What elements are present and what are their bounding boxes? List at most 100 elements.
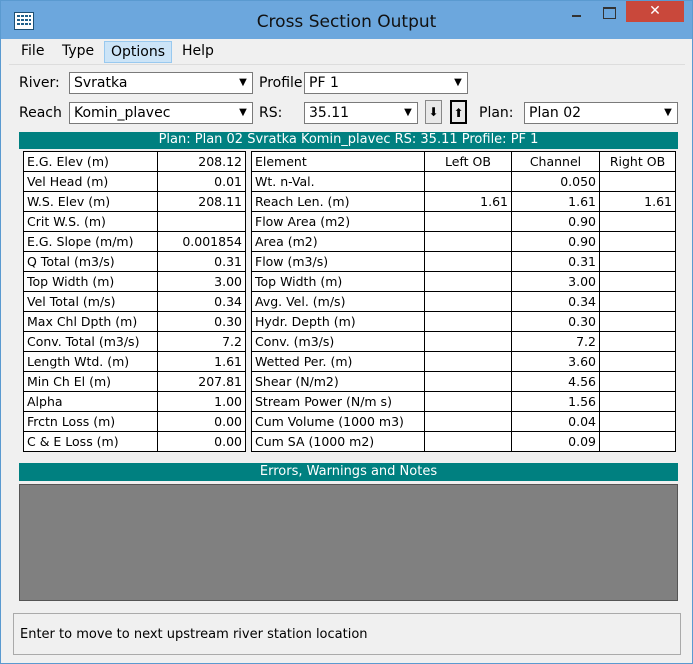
- element-value[interactable]: [599, 211, 676, 232]
- element-value[interactable]: 0.34: [511, 291, 600, 312]
- element-value[interactable]: 1.61: [424, 191, 512, 212]
- maximize-button[interactable]: [595, 1, 623, 22]
- summary-value[interactable]: 7.2: [157, 331, 246, 352]
- summary-label[interactable]: Length Wtd. (m): [23, 351, 158, 372]
- element-value[interactable]: 0.31: [511, 251, 600, 272]
- next-upstream-button[interactable]: ⬆: [450, 100, 467, 124]
- element-value[interactable]: [424, 331, 512, 352]
- summary-label[interactable]: E.G. Elev (m): [23, 151, 158, 172]
- element-value[interactable]: [424, 171, 512, 192]
- element-value[interactable]: [599, 431, 676, 452]
- minimize-button[interactable]: [561, 1, 591, 22]
- element-value[interactable]: [424, 251, 512, 272]
- next-downstream-button[interactable]: ⬇: [425, 100, 442, 124]
- summary-label[interactable]: Crit W.S. (m): [23, 211, 158, 232]
- menu-help[interactable]: Help: [176, 41, 220, 63]
- element-label[interactable]: Wetted Per. (m): [251, 351, 425, 372]
- summary-label[interactable]: Frctn Loss (m): [23, 411, 158, 432]
- element-label[interactable]: Area (m2): [251, 231, 425, 252]
- element-value[interactable]: 0.09: [511, 431, 600, 452]
- element-label[interactable]: Cum Volume (1000 m3): [251, 411, 425, 432]
- menu-file[interactable]: File: [15, 41, 50, 63]
- element-label[interactable]: Flow Area (m2): [251, 211, 425, 232]
- dropdown-arrow-icon[interactable]: ▼: [234, 73, 252, 93]
- title-bar[interactable]: Cross Section Output ✕: [1, 1, 692, 39]
- element-value[interactable]: 1.61: [511, 191, 600, 212]
- element-label[interactable]: Stream Power (N/m s): [251, 391, 425, 412]
- element-value[interactable]: [599, 411, 676, 432]
- element-value[interactable]: 4.56: [511, 371, 600, 392]
- menu-type[interactable]: Type: [56, 41, 100, 63]
- element-value[interactable]: [424, 231, 512, 252]
- summary-value[interactable]: 0.30: [157, 311, 246, 332]
- element-label[interactable]: Reach Len. (m): [251, 191, 425, 212]
- element-value[interactable]: [599, 391, 676, 412]
- element-value[interactable]: [424, 411, 512, 432]
- element-value[interactable]: [599, 231, 676, 252]
- summary-value[interactable]: 0.001854: [157, 231, 246, 252]
- plan-select[interactable]: Plan 02 ▼: [524, 102, 678, 124]
- element-value[interactable]: [424, 211, 512, 232]
- element-value[interactable]: 0.04: [511, 411, 600, 432]
- profile-select[interactable]: PF 1 ▼: [304, 72, 468, 94]
- summary-label[interactable]: E.G. Slope (m/m): [23, 231, 158, 252]
- dropdown-arrow-icon[interactable]: ▼: [234, 103, 252, 123]
- reach-select[interactable]: Komin_plavec ▼: [69, 102, 253, 124]
- summary-label[interactable]: W.S. Elev (m): [23, 191, 158, 212]
- element-value[interactable]: [424, 291, 512, 312]
- element-label[interactable]: Top Width (m): [251, 271, 425, 292]
- summary-label[interactable]: C & E Loss (m): [23, 431, 158, 452]
- element-value[interactable]: 0.90: [511, 211, 600, 232]
- element-value[interactable]: [424, 351, 512, 372]
- element-value[interactable]: [599, 331, 676, 352]
- summary-value[interactable]: 208.11: [157, 191, 246, 212]
- summary-value[interactable]: 208.12: [157, 151, 246, 172]
- summary-value[interactable]: 0.00: [157, 431, 246, 452]
- element-value[interactable]: 1.61: [599, 191, 676, 212]
- element-value[interactable]: [599, 171, 676, 192]
- summary-label[interactable]: Q Total (m3/s): [23, 251, 158, 272]
- summary-value[interactable]: 3.00: [157, 271, 246, 292]
- dropdown-arrow-icon[interactable]: ▼: [659, 103, 677, 123]
- summary-value[interactable]: 1.00: [157, 391, 246, 412]
- element-value[interactable]: [599, 351, 676, 372]
- summary-label[interactable]: Vel Head (m): [23, 171, 158, 192]
- summary-value[interactable]: 0.31: [157, 251, 246, 272]
- element-value[interactable]: [599, 291, 676, 312]
- element-value[interactable]: 3.60: [511, 351, 600, 372]
- rs-select[interactable]: 35.11 ▼: [304, 102, 418, 124]
- element-value[interactable]: [424, 271, 512, 292]
- element-label[interactable]: Wt. n-Val.: [251, 171, 425, 192]
- summary-value[interactable]: 1.61: [157, 351, 246, 372]
- element-value[interactable]: [599, 271, 676, 292]
- summary-label[interactable]: Vel Total (m/s): [23, 291, 158, 312]
- river-select[interactable]: Svratka ▼: [69, 72, 253, 94]
- dropdown-arrow-icon[interactable]: ▼: [449, 73, 467, 93]
- element-label[interactable]: Cum SA (1000 m2): [251, 431, 425, 452]
- dropdown-arrow-icon[interactable]: ▼: [399, 103, 417, 123]
- element-label[interactable]: Shear (N/m2): [251, 371, 425, 392]
- element-label[interactable]: Hydr. Depth (m): [251, 311, 425, 332]
- element-value[interactable]: [424, 431, 512, 452]
- summary-value[interactable]: 0.34: [157, 291, 246, 312]
- element-value[interactable]: 0.30: [511, 311, 600, 332]
- element-value[interactable]: [599, 251, 676, 272]
- element-label[interactable]: Avg. Vel. (m/s): [251, 291, 425, 312]
- menu-options[interactable]: Options: [104, 41, 173, 63]
- element-value[interactable]: [599, 371, 676, 392]
- summary-label[interactable]: Min Ch El (m): [23, 371, 158, 392]
- element-value[interactable]: 0.90: [511, 231, 600, 252]
- element-value[interactable]: 3.00: [511, 271, 600, 292]
- close-button[interactable]: ✕: [626, 1, 684, 22]
- element-value[interactable]: [599, 311, 676, 332]
- element-value[interactable]: 0.050: [511, 171, 600, 192]
- summary-value[interactable]: 0.01: [157, 171, 246, 192]
- summary-label[interactable]: Top Width (m): [23, 271, 158, 292]
- summary-label[interactable]: Conv. Total (m3/s): [23, 331, 158, 352]
- summary-value[interactable]: 0.00: [157, 411, 246, 432]
- element-label[interactable]: Conv. (m3/s): [251, 331, 425, 352]
- element-value[interactable]: [424, 391, 512, 412]
- summary-label[interactable]: Alpha: [23, 391, 158, 412]
- element-label[interactable]: Flow (m3/s): [251, 251, 425, 272]
- summary-value[interactable]: [157, 211, 246, 232]
